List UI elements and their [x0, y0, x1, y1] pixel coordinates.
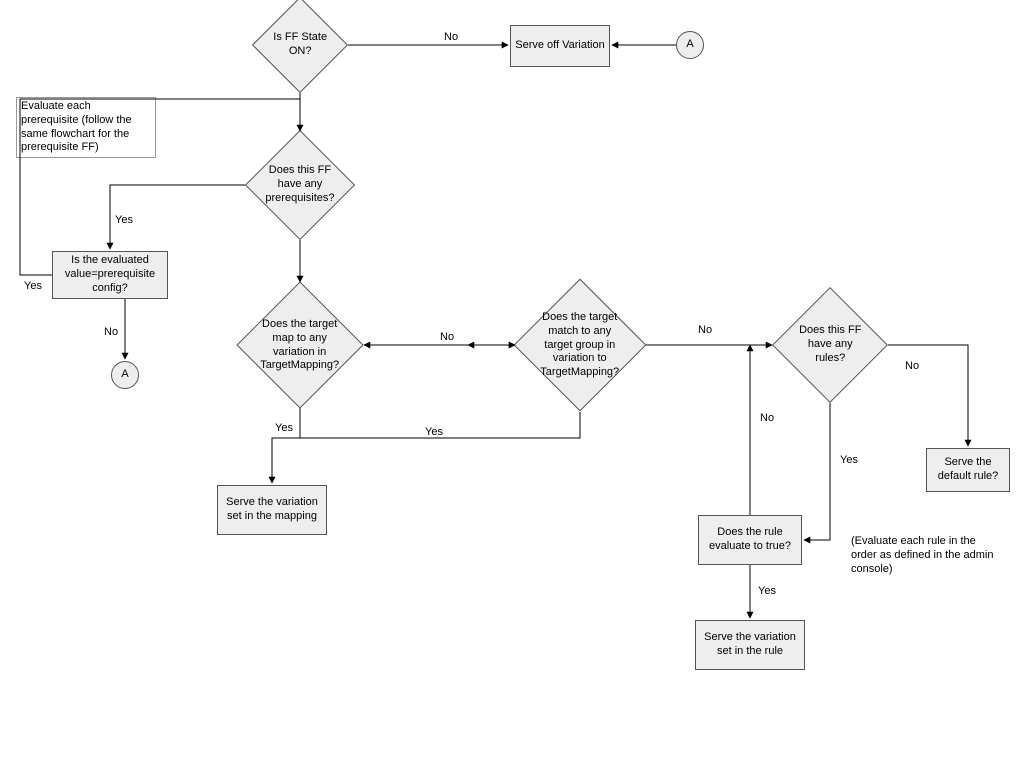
decision-has-rules: Does this FF have any rules?	[772, 287, 888, 403]
process-evaluated-equals-prereq-label: Is the evaluated value=prerequisite conf…	[57, 254, 163, 295]
decision-target-matches-group: Does the target match to any target grou…	[514, 279, 647, 412]
connector-a-left-label: A	[121, 368, 128, 382]
connector-a-top-label: A	[686, 38, 693, 52]
note-evaluate-prerequisites: Evaluate each prerequisite (follow the s…	[16, 97, 156, 158]
note-evaluate-prerequisites-text: Evaluate each prerequisite (follow the s…	[21, 100, 132, 153]
note-evaluate-rules-order: (Evaluate each rule in the order as defi…	[851, 535, 1001, 576]
process-serve-variation-rule: Serve the variation set in the rule	[695, 620, 805, 670]
connector-a-left: A	[111, 361, 139, 389]
edge-label-eval-no: No	[104, 326, 118, 340]
edge-label-tgrp-no: No	[698, 324, 712, 338]
edge-label-tmap-no: No	[440, 331, 454, 345]
edge-label-rule-true-no: No	[760, 412, 774, 426]
edge-label-rule-true-yes: Yes	[758, 585, 776, 599]
edge-label-tgrp-yes: Yes	[425, 426, 443, 440]
process-serve-off-variation-label: Serve off Variation	[515, 39, 604, 53]
edge-label-rules-no: No	[905, 360, 919, 374]
edge-label-tmap-yes: Yes	[275, 422, 293, 436]
process-serve-default-rule-label: Serve the default rule?	[931, 456, 1005, 484]
process-serve-variation-mapping-label: Serve the variation set in the mapping	[222, 496, 322, 524]
decision-has-rules-label: Does this FF have any rules?	[794, 324, 866, 365]
process-rule-evaluates-true: Does the rule evaluate to true?	[698, 515, 802, 565]
process-serve-variation-rule-label: Serve the variation set in the rule	[700, 631, 800, 659]
connector-a-top: A	[676, 31, 704, 59]
decision-target-maps-variation-label: Does the target map to any variation in …	[260, 318, 340, 373]
decision-has-prerequisites: Does this FF have any prerequisites?	[245, 130, 355, 240]
note-evaluate-rules-order-text: (Evaluate each rule in the order as defi…	[851, 535, 993, 575]
edge-label-rules-yes: Yes	[840, 454, 858, 468]
process-serve-variation-mapping: Serve the variation set in the mapping	[217, 485, 327, 535]
edge-label-prereq-yes: Yes	[115, 214, 133, 228]
decision-ff-state-on-label: Is FF State ON?	[271, 31, 329, 59]
process-serve-default-rule: Serve the default rule?	[926, 448, 1010, 492]
process-serve-off-variation: Serve off Variation	[510, 25, 610, 67]
decision-target-maps-variation: Does the target map to any variation in …	[236, 281, 363, 408]
edge-label-state-no: No	[444, 31, 458, 45]
decision-target-matches-group-label: Does the target match to any target grou…	[538, 311, 622, 380]
decision-has-prerequisites-label: Does this FF have any prerequisites?	[265, 164, 334, 205]
edge-label-eval-yes: Yes	[24, 280, 42, 294]
process-evaluated-equals-prereq: Is the evaluated value=prerequisite conf…	[52, 251, 168, 299]
decision-ff-state-on: Is FF State ON?	[252, 0, 348, 93]
process-rule-evaluates-true-label: Does the rule evaluate to true?	[703, 526, 797, 554]
